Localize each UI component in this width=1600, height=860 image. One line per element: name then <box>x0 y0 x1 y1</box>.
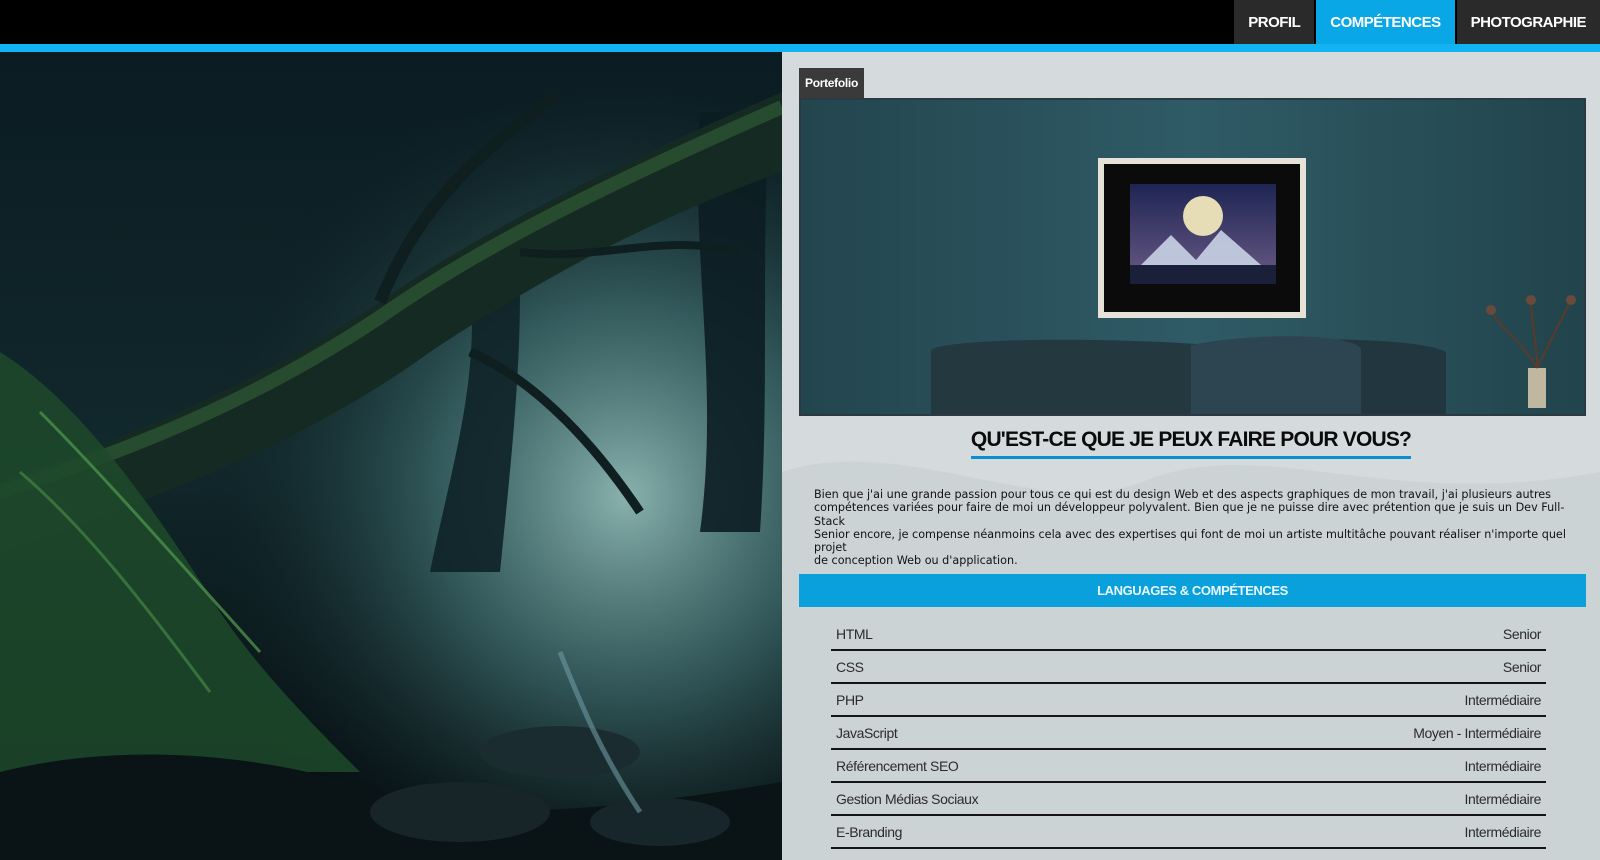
skill-row: CSS Senior <box>831 651 1546 684</box>
page-headline: QU'EST-CE QUE JE PEUX FAIRE POUR VOUS? <box>970 428 1412 459</box>
intro-line: compétences variées pour faire de moi un… <box>814 501 1565 528</box>
nav-competences[interactable]: COMPÉTENCES <box>1316 0 1455 44</box>
skill-name: Référencement SEO <box>836 757 959 774</box>
skill-row: Gestion Médias Sociaux Intermédiaire <box>831 783 1546 816</box>
skill-level: Intermédiaire <box>1464 691 1541 708</box>
skill-name: JavaScript <box>836 724 898 741</box>
content-panel: Portefolio QU'EST-CE QUE JE PEUX FAIRE P… <box>782 52 1600 860</box>
intro-line: Bien que j'ai une grande passion pour to… <box>814 488 1552 501</box>
nav-profil[interactable]: PROFIL <box>1234 0 1315 44</box>
skill-level: Moyen - Intermédiaire <box>1413 724 1541 741</box>
intro-line: Senior encore, je compense néanmoins cel… <box>814 527 1566 555</box>
skill-level: Senior <box>1502 625 1541 642</box>
forest-image <box>0 52 782 860</box>
nav-photographie[interactable]: PHOTOGRAPHIE <box>1456 0 1600 44</box>
framed-artwork-image <box>801 100 1584 414</box>
skill-name: Gestion Médias Sociaux <box>836 790 979 807</box>
skill-name: PHP <box>836 691 864 708</box>
accent-bar <box>0 44 1600 52</box>
skill-row: PHP Intermédiaire <box>831 684 1546 717</box>
skill-row: Référencement SEO Intermédiaire <box>831 750 1546 783</box>
intro-line: de conception Web ou d'application. <box>814 554 1018 568</box>
skill-row: JavaScript Moyen - Intermédiaire <box>831 717 1546 750</box>
portfolio-tab[interactable]: Portefolio <box>799 68 864 98</box>
skills-list: HTML Senior CSS Senior PHP Intermédiaire… <box>831 618 1546 849</box>
hero-image <box>799 98 1586 416</box>
skill-name: E-Branding <box>836 823 903 840</box>
skill-level: Intermédiaire <box>1464 790 1541 807</box>
skill-level: Senior <box>1502 658 1541 675</box>
skill-name: CSS <box>836 658 864 675</box>
skill-row: HTML Senior <box>831 618 1546 651</box>
skill-level: Intermédiaire <box>1464 757 1541 774</box>
skill-name: HTML <box>836 625 873 642</box>
forest-illustration <box>0 52 782 860</box>
skill-level: Intermédiaire <box>1464 823 1541 840</box>
intro-paragraph: Bien que j'ai une grande passion pour to… <box>814 488 1574 568</box>
top-bar: PROFIL COMPÉTENCES PHOTOGRAPHIE <box>0 0 1600 44</box>
headline-wrap: QU'EST-CE QUE JE PEUX FAIRE POUR VOUS? <box>782 428 1600 459</box>
skills-section-title: LANGUAGES & COMPÉTENCES <box>799 574 1586 607</box>
main-nav: PROFIL COMPÉTENCES PHOTOGRAPHIE <box>1234 0 1600 44</box>
skill-row: E-Branding Intermédiaire <box>831 816 1546 849</box>
